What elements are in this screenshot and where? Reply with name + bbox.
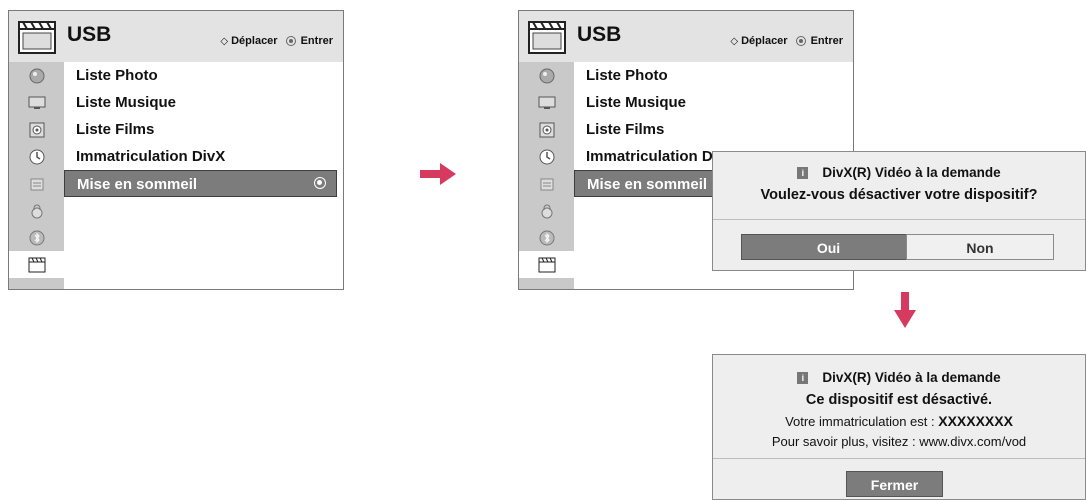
- menu-item-deactivation[interactable]: Mise en sommeil: [64, 170, 337, 197]
- dialog-buttons: Fermer: [713, 471, 1085, 497]
- sidebar-item-audio[interactable]: [9, 116, 64, 143]
- lock-box-icon: [538, 176, 556, 192]
- dialog-question: Voulez-vous désactiver votre dispositif?: [760, 187, 1038, 203]
- dpad-icon: ◇: [730, 35, 739, 47]
- dialog-buttons: Oui Non: [713, 234, 1085, 260]
- deactivated-result-dialog: i DivX(R) Vidéo à la demande Ce dispositi…: [712, 354, 1086, 500]
- sidebar-item-audio[interactable]: [519, 116, 574, 143]
- photo-icon: [538, 68, 556, 84]
- sidebar-item-screen[interactable]: [9, 89, 64, 116]
- category-sidebar: [519, 62, 574, 289]
- deactivate-confirm-dialog: i DivX(R) Vidéo à la demande Voulez-vous …: [712, 151, 1086, 271]
- sidebar-item-time[interactable]: [9, 143, 64, 170]
- close-button[interactable]: Fermer: [846, 471, 943, 497]
- category-sidebar: [9, 62, 64, 289]
- dialog-title: DivX(R) Vidéo à la demande: [822, 370, 1001, 385]
- right-arrow-icon: [420, 163, 456, 185]
- padlock-icon: [28, 203, 46, 219]
- padlock-icon: [538, 203, 556, 219]
- navigation-hint: ◇ Déplacer Entrer: [730, 35, 843, 47]
- registration-label: Votre immatriculation est :: [785, 414, 939, 429]
- menu-item-deactivation-label: Mise en sommeil: [77, 176, 198, 193]
- ok-button-icon: [795, 36, 806, 46]
- sidebar-item-bluetooth[interactable]: [9, 224, 64, 251]
- menu-item-music-list[interactable]: Liste Musique: [64, 89, 343, 116]
- bluetooth-icon: [538, 230, 556, 246]
- usb-clapperboard-logo-icon: [18, 21, 56, 54]
- sidebar-item-option[interactable]: [9, 170, 64, 197]
- bluetooth-icon: [28, 230, 46, 246]
- registration-code: XXXXXXXX: [938, 413, 1013, 429]
- more-info-line: Pour savoir plus, visitez : www.divx.com…: [771, 434, 1027, 449]
- selected-radio-icon: [314, 177, 326, 189]
- menu-header: USB ◇ Déplacer Entrer: [519, 11, 853, 62]
- sidebar-item-usb[interactable]: [9, 251, 64, 278]
- tv-icon: [538, 95, 556, 111]
- menu-item-music-list[interactable]: Liste Musique: [574, 89, 853, 116]
- clock-icon: [28, 149, 46, 165]
- dialog-message: Ce dispositif est désactivé.: [805, 392, 993, 408]
- registration-line: Votre immatriculation est : XXXXXXXX: [713, 412, 1085, 431]
- dialog-divider: [713, 458, 1085, 459]
- sidebar-item-option[interactable]: [519, 170, 574, 197]
- lock-box-icon: [28, 176, 46, 192]
- menu-item-photo-list[interactable]: Liste Photo: [574, 62, 853, 89]
- menu-title: USB: [67, 23, 112, 46]
- speaker-icon: [28, 122, 46, 138]
- sidebar-item-screen[interactable]: [519, 89, 574, 116]
- menu-item-deactivation[interactable]: Mise en sommeil: [574, 170, 713, 197]
- sidebar-item-picture[interactable]: [9, 62, 64, 89]
- menu-item-deactivation-label: Mise en sommeil: [587, 176, 708, 193]
- yes-button[interactable]: Oui: [741, 234, 916, 260]
- dialog-header: i DivX(R) Vidéo à la demande: [713, 164, 1085, 182]
- dialog-divider: [713, 219, 1085, 220]
- sidebar-item-time[interactable]: [519, 143, 574, 170]
- menu-title: USB: [577, 23, 622, 46]
- menu-item-divx-registration[interactable]: Immatriculation DivX: [64, 143, 343, 170]
- dialog-title: DivX(R) Vidéo à la demande: [822, 165, 1001, 180]
- hint-move: Déplacer: [231, 35, 278, 47]
- usb-clapperboard-logo-icon: [528, 21, 566, 54]
- photo-icon: [28, 68, 46, 84]
- sidebar-item-lock[interactable]: [9, 197, 64, 224]
- info-icon: i: [797, 167, 809, 180]
- clapperboard-icon: [538, 257, 556, 273]
- menu-item-movie-list[interactable]: Liste Films: [64, 116, 343, 143]
- menu-item-photo-list[interactable]: Liste Photo: [64, 62, 343, 89]
- navigation-hint: ◇ Déplacer Entrer: [220, 35, 333, 47]
- clapperboard-icon: [28, 257, 46, 273]
- no-button[interactable]: Non: [906, 234, 1054, 260]
- hint-enter: Entrer: [810, 35, 843, 47]
- speaker-icon: [538, 122, 556, 138]
- info-icon: i: [797, 372, 809, 385]
- dpad-icon: ◇: [220, 35, 229, 47]
- sidebar-item-usb[interactable]: [519, 251, 574, 278]
- usb-menu-panel-left: USB ◇ Déplacer Entrer Liste Photo Liste …: [8, 10, 344, 290]
- hint-move: Déplacer: [741, 35, 788, 47]
- down-arrow-icon: [894, 292, 916, 328]
- usb-menu-list: Liste Photo Liste Musique Liste Films Im…: [64, 62, 343, 289]
- hint-enter: Entrer: [300, 35, 333, 47]
- menu-header: USB ◇ Déplacer Entrer: [9, 11, 343, 62]
- clock-icon: [538, 149, 556, 165]
- ok-button-icon: [285, 36, 296, 46]
- menu-item-movie-list[interactable]: Liste Films: [574, 116, 853, 143]
- sidebar-item-bluetooth[interactable]: [519, 224, 574, 251]
- dialog-header: i DivX(R) Vidéo à la demande: [713, 369, 1085, 387]
- tv-icon: [28, 95, 46, 111]
- sidebar-item-picture[interactable]: [519, 62, 574, 89]
- sidebar-item-lock[interactable]: [519, 197, 574, 224]
